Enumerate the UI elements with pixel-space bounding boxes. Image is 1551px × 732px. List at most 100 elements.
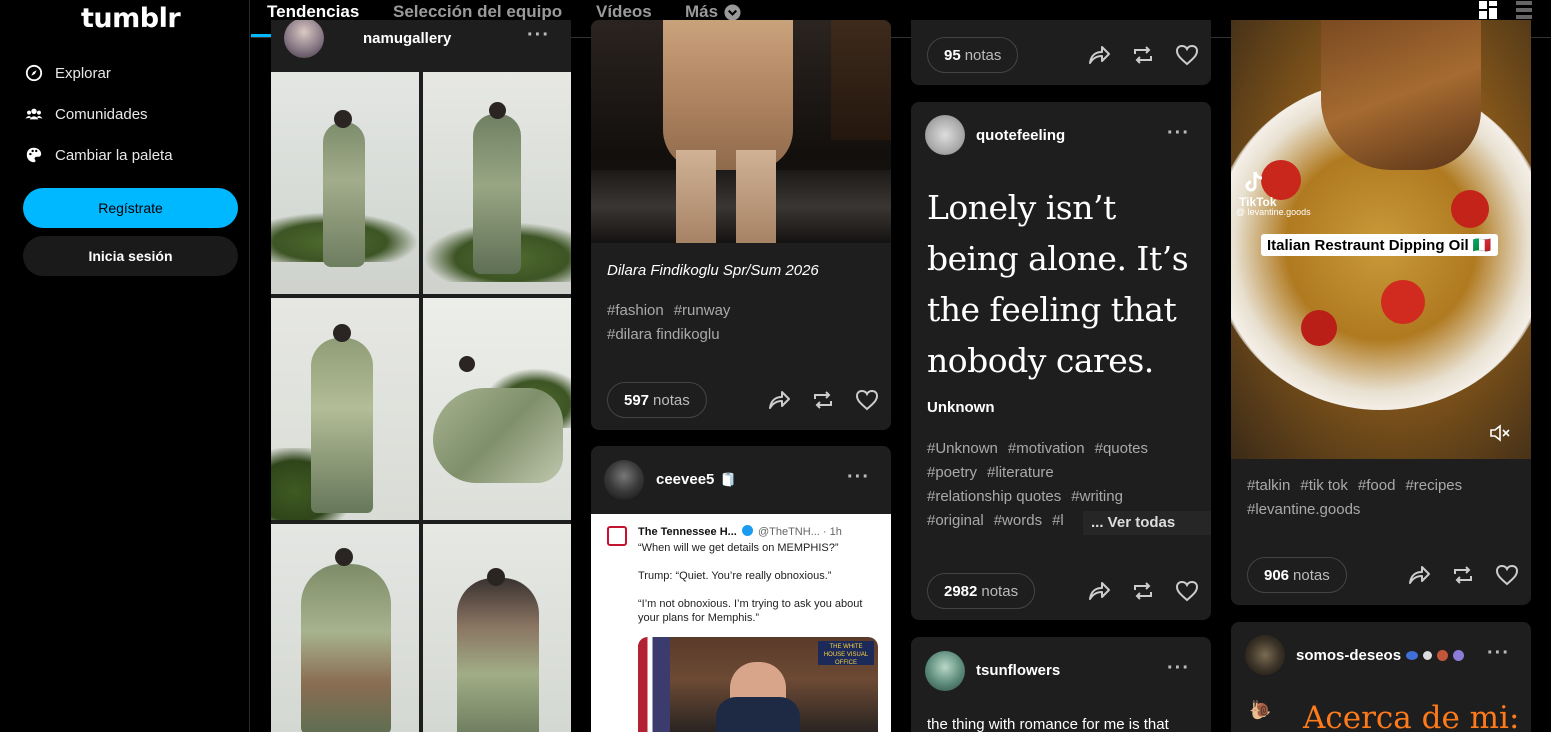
notes-button[interactable]: 597 notas xyxy=(607,382,707,418)
snail-icon: 🐌 xyxy=(1249,700,1272,720)
notes-button[interactable]: 95 notas xyxy=(927,37,1019,73)
tag[interactable]: #motivation xyxy=(1008,440,1085,457)
post-caption: Dilara Findikoglu Spr/Sum 2026 xyxy=(607,262,819,279)
avatar[interactable] xyxy=(284,20,324,58)
more-options-icon[interactable]: ··· xyxy=(527,24,550,47)
figure-head xyxy=(335,548,353,566)
tab-videos[interactable]: Vídeos xyxy=(596,2,652,22)
share-icon[interactable] xyxy=(1406,562,1432,588)
figure-head xyxy=(334,110,352,128)
sidebar-item-cambiar-paleta[interactable]: Cambiar la paleta xyxy=(25,146,173,164)
heart-icon[interactable] xyxy=(1494,562,1520,588)
post-card-namugallery[interactable]: namugallery ··· xyxy=(271,20,571,732)
reblog-icon[interactable] xyxy=(1450,562,1476,588)
more-options-icon[interactable]: ··· xyxy=(1167,122,1190,145)
photo-hanfu-1[interactable] xyxy=(271,72,419,294)
list-view-icon[interactable] xyxy=(1516,1,1532,19)
login-button[interactable]: Inicia sesión xyxy=(23,236,238,276)
more-options-icon[interactable]: ··· xyxy=(847,466,870,489)
tag[interactable]: #talkin xyxy=(1247,477,1290,494)
notes-count: 2982 xyxy=(944,582,978,600)
grid-view-icon[interactable] xyxy=(1479,1,1499,19)
post-card-ceevee5[interactable]: ceevee5 🧻 ··· The Tennessee H... @TheTNH… xyxy=(591,446,891,732)
photo-hanfu-4[interactable] xyxy=(423,298,571,520)
tweet-body: “When will we get details on MEMPHIS?” T… xyxy=(638,541,878,625)
sidebar: tumblr Explorar Comunidades Cambiar la p… xyxy=(0,0,250,732)
post-card-tsunflowers[interactable]: tsunflowers ··· the thing with romance f… xyxy=(911,637,1211,732)
post-card-food-video[interactable]: TikTok @ levantine.goods Italian Restrau… xyxy=(1231,20,1531,605)
photo-hanfu-3[interactable] xyxy=(271,298,419,520)
blog-name[interactable]: namugallery xyxy=(363,30,451,47)
tag[interactable]: #levantine.goods xyxy=(1247,501,1360,518)
share-icon[interactable] xyxy=(1086,42,1112,68)
figure-dress xyxy=(457,578,539,732)
photo-runway[interactable] xyxy=(591,20,891,243)
sidebar-item-explorar[interactable]: Explorar xyxy=(25,64,111,82)
notes-button[interactable]: 906 notas xyxy=(1247,557,1347,593)
figure-leg xyxy=(676,150,716,243)
avatar[interactable] xyxy=(1245,635,1285,675)
tab-seleccion-equipo[interactable]: Selección del equipo xyxy=(393,2,562,22)
sidebar-item-comunidades[interactable]: Comunidades xyxy=(25,105,148,123)
post-card-fashion[interactable]: Dilara Findikoglu Spr/Sum 2026 #fashion #… xyxy=(591,20,891,430)
tag[interactable]: #runway xyxy=(674,302,731,319)
blog-name: somos-deseos xyxy=(1296,647,1402,664)
tag[interactable]: #quotes xyxy=(1095,440,1148,457)
tag[interactable]: #original xyxy=(927,512,984,529)
tag[interactable]: #relationship quotes xyxy=(927,488,1061,505)
share-icon[interactable] xyxy=(766,387,792,413)
tag[interactable]: #dilara findikoglu xyxy=(607,326,720,343)
photo-hanfu-6[interactable] xyxy=(423,524,571,732)
heart-icon[interactable] xyxy=(854,387,880,413)
more-options-icon[interactable]: ··· xyxy=(1167,657,1190,680)
post-card-quotefeeling[interactable]: quotefeeling ··· Lonely isn’t being alon… xyxy=(911,102,1211,620)
tweet-video-thumbnail[interactable]: THE WHITE HOUSE VISUAL OFFICE xyxy=(638,637,878,732)
tag[interactable]: #tik tok xyxy=(1300,477,1348,494)
share-icon[interactable] xyxy=(1086,578,1112,604)
post-card-somos-deseos[interactable]: somos-deseos ··· 🐌 Acerca de mi: xyxy=(1231,622,1531,732)
sidebar-item-label: Comunidades xyxy=(55,105,148,123)
tag[interactable]: #l xyxy=(1052,512,1064,529)
post-card-partial[interactable]: 95 notas xyxy=(911,20,1211,85)
figure-head xyxy=(487,568,505,586)
tomato xyxy=(1261,160,1301,200)
avatar[interactable] xyxy=(604,460,644,500)
notes-button[interactable]: 2982 notas xyxy=(927,573,1036,609)
photo-hanfu-5[interactable] xyxy=(271,524,419,732)
reblog-icon[interactable] xyxy=(1130,42,1156,68)
blog-name-row[interactable]: somos-deseos xyxy=(1296,647,1465,664)
blog-name[interactable]: tsunflowers xyxy=(976,662,1060,679)
see-all-tags-button[interactable]: ... Ver todas xyxy=(1083,511,1211,535)
notes-label: notas xyxy=(653,391,690,409)
photo-hanfu-2[interactable] xyxy=(423,72,571,294)
avatar[interactable] xyxy=(925,651,965,691)
tab-mas[interactable]: Más xyxy=(685,2,741,22)
tag[interactable]: #poetry xyxy=(927,464,977,481)
quote-source: Unknown xyxy=(927,399,995,416)
tumblr-logo[interactable]: tumblr xyxy=(81,3,181,34)
heart-icon[interactable] xyxy=(1174,42,1200,68)
sidebar-item-label: Cambiar la paleta xyxy=(55,146,173,164)
tag[interactable]: #recipes xyxy=(1405,477,1462,494)
tag[interactable]: #writing xyxy=(1071,488,1123,505)
heart-icon[interactable] xyxy=(1174,578,1200,604)
notes-count: 597 xyxy=(624,391,650,409)
notes-label: notas xyxy=(981,582,1019,600)
avatar[interactable] xyxy=(925,115,965,155)
tweet-screenshot[interactable]: The Tennessee H... @TheTNH... · 1h “When… xyxy=(591,514,891,732)
tab-tendencias[interactable]: Tendencias xyxy=(267,2,359,22)
more-options-icon[interactable]: ··· xyxy=(1487,642,1510,665)
reblog-icon[interactable] xyxy=(1130,578,1156,604)
tag[interactable]: #words xyxy=(994,512,1042,529)
tag[interactable]: #Unknown xyxy=(927,440,998,457)
tag[interactable]: #literature xyxy=(987,464,1054,481)
reblog-icon[interactable] xyxy=(810,387,836,413)
video-food[interactable]: TikTok @ levantine.goods Italian Restrau… xyxy=(1231,20,1531,459)
tag[interactable]: #fashion xyxy=(607,302,664,319)
mute-icon[interactable] xyxy=(1489,423,1511,443)
blog-name[interactable]: quotefeeling xyxy=(976,127,1065,144)
tag[interactable]: #food xyxy=(1358,477,1396,494)
flag-decoration xyxy=(638,637,670,732)
register-button[interactable]: Regístrate xyxy=(23,188,238,228)
blog-name-row[interactable]: ceevee5 🧻 xyxy=(656,471,737,488)
